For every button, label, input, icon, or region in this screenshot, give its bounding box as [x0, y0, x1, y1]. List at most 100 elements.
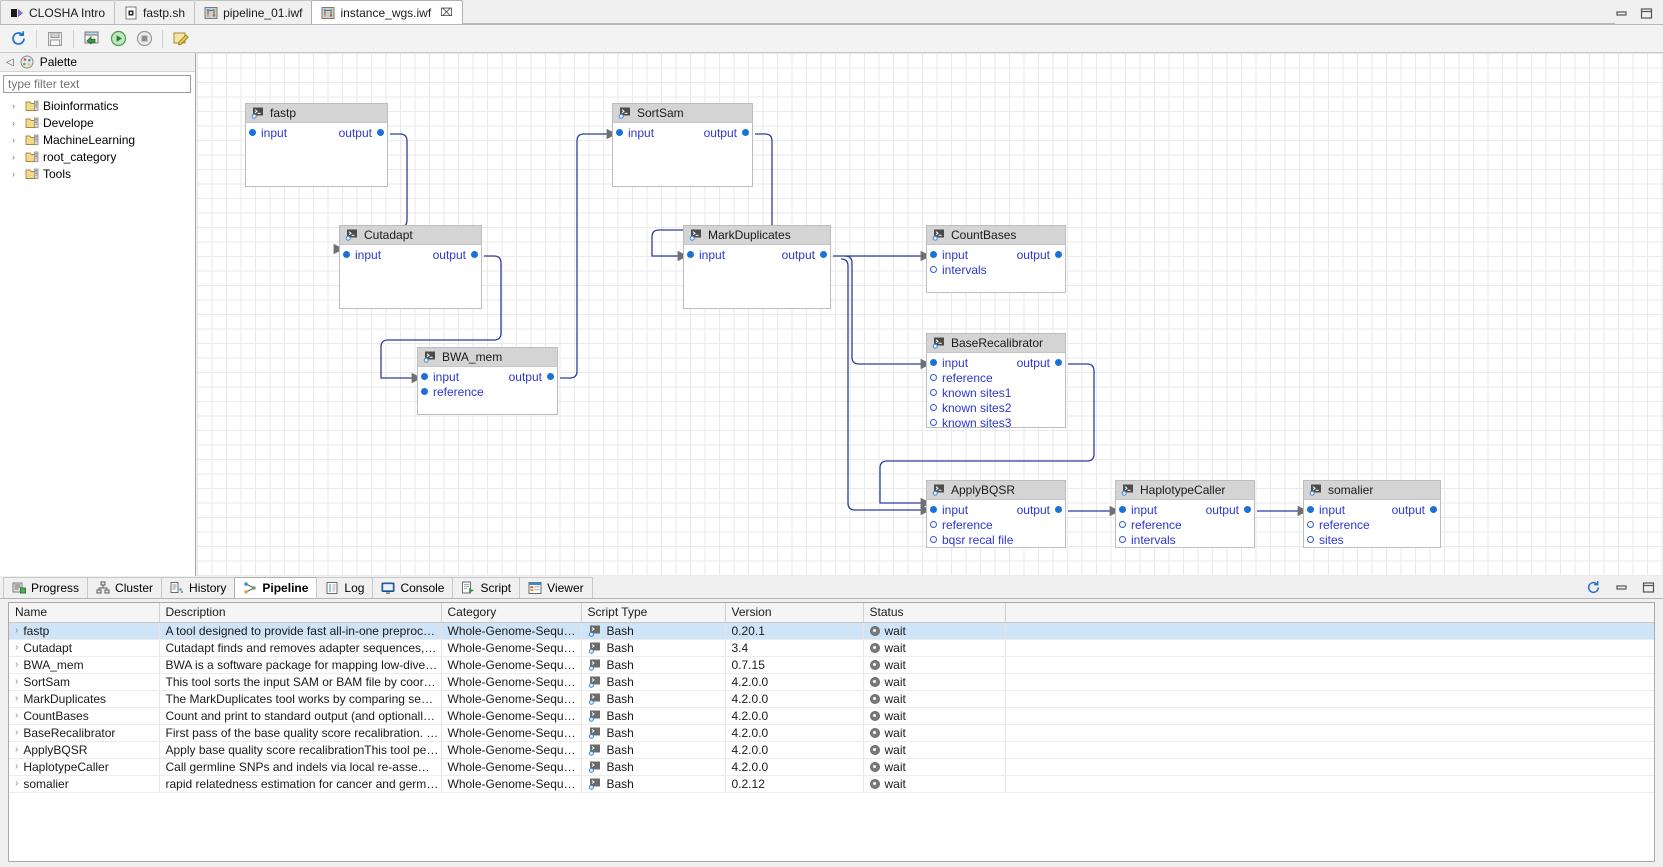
node-title-bar[interactable]: BWA_mem	[418, 348, 557, 367]
bottom-tab-viewer[interactable]: Viewer	[519, 577, 593, 598]
column-header-script-type[interactable]: Script Type	[581, 603, 726, 623]
output-port-output[interactable]: output	[1017, 249, 1062, 261]
bottom-tab-script[interactable]: Script	[452, 577, 521, 598]
input-port-reference[interactable]: reference	[1307, 519, 1370, 531]
bottom-tab-pipeline[interactable]: Pipeline	[234, 577, 318, 598]
column-header-description[interactable]: Description	[159, 603, 442, 623]
input-port-input[interactable]: input	[343, 249, 381, 261]
port-dot-icon[interactable]	[1307, 536, 1314, 543]
output-port-output[interactable]: output	[433, 249, 478, 261]
table-row[interactable]: › SortSam This tool sorts the input SAM or…	[9, 673, 1654, 691]
input-port-input[interactable]: input	[421, 371, 459, 383]
port-dot-icon[interactable]	[1307, 521, 1314, 528]
column-header-blank[interactable]	[1005, 603, 1654, 623]
workflow-node-cutadapt[interactable]: Cutadapt input output	[339, 225, 482, 309]
chevron-right-icon[interactable]: ›	[12, 152, 21, 162]
pipeline-table-wrap[interactable]: Name Description Category Script Type Versio…	[8, 602, 1655, 862]
input-port-bqsr-recal-file[interactable]: bqsr recal file	[930, 534, 1013, 546]
input-port-input[interactable]: input	[249, 127, 287, 139]
port-dot-icon[interactable]	[421, 388, 428, 395]
chevron-right-icon[interactable]: ›	[12, 118, 21, 128]
input-port-reference[interactable]: reference	[1119, 519, 1182, 531]
node-title-bar[interactable]: Cutadapt	[340, 226, 481, 245]
input-port-input[interactable]: input	[616, 127, 654, 139]
minimize-icon[interactable]	[1615, 8, 1628, 19]
port-dot-icon[interactable]	[930, 389, 937, 396]
editor-tab-closha-intro[interactable]: CLOSHA Intro	[0, 0, 116, 24]
node-title-bar[interactable]: CountBases	[927, 226, 1065, 245]
horizontal-scrollbar[interactable]	[8, 863, 1655, 867]
input-port-known-sites3[interactable]: known sites3	[930, 417, 1011, 429]
refresh-panel-button[interactable]	[1586, 580, 1601, 598]
port-dot-icon[interactable]	[616, 129, 623, 136]
output-port-output[interactable]: output	[704, 127, 749, 139]
deploy-button[interactable]	[80, 28, 104, 50]
table-row[interactable]: › HaplotypeCaller Call germline SNPs and i…	[9, 758, 1654, 776]
output-port-output[interactable]: output	[1392, 504, 1437, 516]
bottom-tab-history[interactable]: History	[161, 577, 236, 598]
column-header-name[interactable]: Name	[9, 603, 160, 623]
node-title-bar[interactable]: somalier	[1304, 481, 1440, 500]
node-title-bar[interactable]: BaseRecalibrator	[927, 334, 1065, 353]
expand-row-icon[interactable]: ›	[15, 744, 18, 755]
palette-category-bioinformatics[interactable]: › Bioinformatics	[0, 97, 195, 114]
edit-workflow-button[interactable]	[169, 28, 193, 50]
stop-button[interactable]	[132, 28, 156, 50]
port-dot-icon[interactable]	[930, 521, 937, 528]
table-row[interactable]: › BaseRecalibrator First pass of the base …	[9, 724, 1654, 742]
input-port-known-sites1[interactable]: known sites1	[930, 387, 1011, 399]
port-dot-icon[interactable]	[1119, 506, 1126, 513]
expand-row-icon[interactable]: ›	[15, 761, 18, 772]
expand-row-icon[interactable]: ›	[15, 625, 18, 636]
workflow-node-baserecalibrator[interactable]: BaseRecalibrator input output reference know…	[926, 333, 1066, 429]
maximize-panel-button[interactable]	[1642, 582, 1655, 596]
maximize-icon[interactable]	[1640, 8, 1653, 19]
port-dot-icon[interactable]	[377, 129, 384, 136]
node-title-bar[interactable]: HaplotypeCaller	[1116, 481, 1254, 500]
workflow-canvas[interactable]: fastp input output SortSam input output Cutada…	[197, 53, 1663, 576]
port-dot-icon[interactable]	[820, 251, 827, 258]
output-port-output[interactable]: output	[782, 249, 827, 261]
input-port-known-sites2[interactable]: known sites2	[930, 402, 1011, 414]
table-row[interactable]: › CountBases Count and print to standard o…	[9, 707, 1654, 725]
refresh-button[interactable]	[6, 28, 30, 50]
port-dot-icon[interactable]	[930, 266, 937, 273]
chevron-right-icon[interactable]: ›	[12, 101, 21, 111]
port-dot-icon[interactable]	[547, 373, 554, 380]
workflow-node-applybqsr[interactable]: ApplyBQSR input output reference bqsr recal …	[926, 480, 1066, 548]
workflow-node-fastp[interactable]: fastp input output	[245, 103, 388, 187]
palette-category-develope[interactable]: › Develope	[0, 114, 195, 131]
minimize-panel-button[interactable]	[1615, 582, 1628, 596]
expand-row-icon[interactable]: ›	[15, 676, 18, 687]
table-row[interactable]: › ApplyBQSR Apply base quality score recal…	[9, 741, 1654, 759]
expand-row-icon[interactable]: ›	[15, 727, 18, 738]
port-dot-icon[interactable]	[930, 536, 937, 543]
output-port-output[interactable]: output	[1017, 504, 1062, 516]
input-port-sites[interactable]: sites	[1307, 534, 1344, 546]
expand-row-icon[interactable]: ›	[15, 659, 18, 670]
editor-tab-fastp-sh[interactable]: fastp.sh	[114, 0, 196, 24]
input-port-input[interactable]: input	[687, 249, 725, 261]
table-row[interactable]: › fastp A tool designed to provide fast al…	[9, 622, 1654, 640]
expand-row-icon[interactable]: ›	[15, 710, 18, 721]
port-dot-icon[interactable]	[1307, 506, 1314, 513]
port-dot-icon[interactable]	[1055, 359, 1062, 366]
input-port-reference[interactable]: reference	[930, 372, 993, 384]
port-dot-icon[interactable]	[742, 129, 749, 136]
bottom-tab-console[interactable]: Console	[372, 577, 454, 598]
port-dot-icon[interactable]	[343, 251, 350, 258]
input-port-input[interactable]: input	[1119, 504, 1157, 516]
output-port-output[interactable]: output	[1017, 357, 1062, 369]
port-dot-icon[interactable]	[1055, 506, 1062, 513]
port-dot-icon[interactable]	[930, 251, 937, 258]
run-button[interactable]	[106, 28, 130, 50]
palette-category-tools[interactable]: › Tools	[0, 165, 195, 182]
collapse-palette-icon[interactable]: ◁	[6, 57, 14, 68]
input-port-reference[interactable]: reference	[930, 519, 993, 531]
close-icon[interactable]: ⌧	[440, 6, 453, 19]
palette-filter-input[interactable]	[3, 75, 191, 93]
port-dot-icon[interactable]	[421, 373, 428, 380]
table-row[interactable]: › MarkDuplicates The MarkDuplicates tool w…	[9, 690, 1654, 708]
port-dot-icon[interactable]	[930, 359, 937, 366]
output-port-output[interactable]: output	[509, 371, 554, 383]
